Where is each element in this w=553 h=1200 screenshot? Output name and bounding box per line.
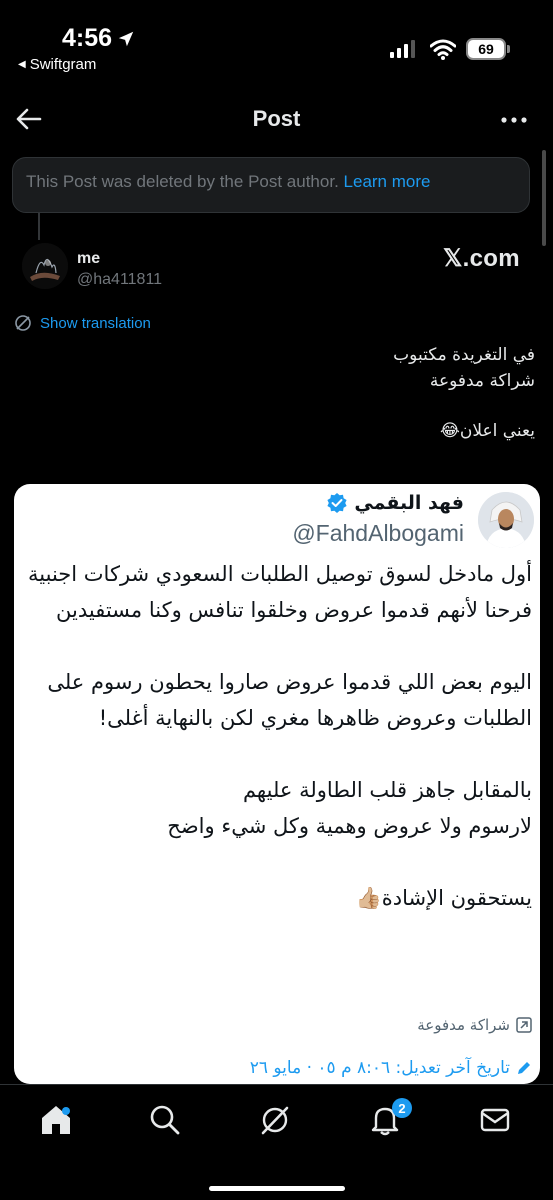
notification-badge: 2 [392,1098,412,1118]
grok-icon[interactable] [258,1103,292,1137]
external-arrow-icon [516,1017,532,1033]
embedded-line: فرحنا لأنهم قدموا عروض وخلقوا تنافس وكنا… [56,598,532,622]
post-image-card[interactable]: فهد البقمي @FahdAlbogami أول مادخل لسوق … [14,484,540,1084]
status-time: 4:56 [62,24,135,53]
embedded-author-name: فهد البقمي [326,492,464,514]
thread-connector [38,213,40,240]
battery-indicator: 69 [466,38,506,60]
top-header: Post [0,92,553,148]
edited-timestamp: تاريخ آخر تعديل: ٨:٠٦ م ٠٥ · مايو ٢٦ [250,1058,532,1078]
post-body: في التغريدة مكتبوب شراكة مدفوعة يعني اعل… [35,342,535,444]
pencil-icon [518,1062,530,1074]
back-triangle-icon: ◀ [18,59,26,70]
more-options-icon[interactable] [499,108,529,132]
author-name[interactable]: me [77,250,100,268]
embedded-line: يستحقون الإشادة👍🏼 [355,886,532,910]
person-photo [478,492,534,548]
scrollbar[interactable] [542,150,546,246]
embedded-line: بالمقابل جاهز قلب الطاولة عليهم [242,778,532,802]
embedded-line: اليوم بعض اللي قدموا عروض صاروا يحطون رس… [47,670,532,694]
source-label: 𝕏.com [443,245,520,272]
page-title: Post [252,106,301,131]
embedded-avatar [478,492,534,548]
verified-badge-icon [327,493,347,513]
signal-icon [390,40,415,58]
paid-partnership-label: شراكة مدفوعة [417,1016,532,1034]
embedded-post-body: أول مادخل لسوق توصيل الطلبات السعودي شرك… [20,556,532,916]
translate-icon [15,315,31,331]
embedded-author-handle: @FahdAlbogami [292,520,464,546]
messages-envelope-icon[interactable] [478,1103,512,1137]
back-to-app-button[interactable]: ◀ Swiftgram [18,56,96,73]
show-translation-button[interactable]: Show translation [14,314,151,332]
post-line: يعني اعلان😂 [440,421,535,441]
post-line: في التغريدة مكتبوب [393,345,535,365]
wifi-icon [430,39,456,60]
embedded-line: لارسوم ولا عروض وهمية وكل شيء واضح [167,814,532,838]
learn-more-link[interactable]: Learn more [344,172,431,191]
battery-tip [507,45,510,53]
avatar[interactable] [22,243,68,289]
bottom-navigation [0,1084,553,1200]
avatar-image [22,243,68,289]
deleted-post-notice: This Post was deleted by the Post author… [12,157,530,213]
home-indicator[interactable] [209,1186,345,1191]
search-icon[interactable] [148,1103,182,1137]
status-bar: 4:56 ◀ Swiftgram 69 [0,0,553,86]
author-handle[interactable]: @ha411811 [77,271,162,289]
embedded-line: أول مادخل لسوق توصيل الطلبات السعودي شرك… [28,562,532,586]
post-line: شراكة مدفوعة [429,371,535,391]
embedded-line: الطلبات وعروض ظاهرها مغري لكن بالنهاية أ… [98,706,532,730]
home-icon[interactable] [39,1103,73,1137]
location-arrow-icon [118,31,134,46]
